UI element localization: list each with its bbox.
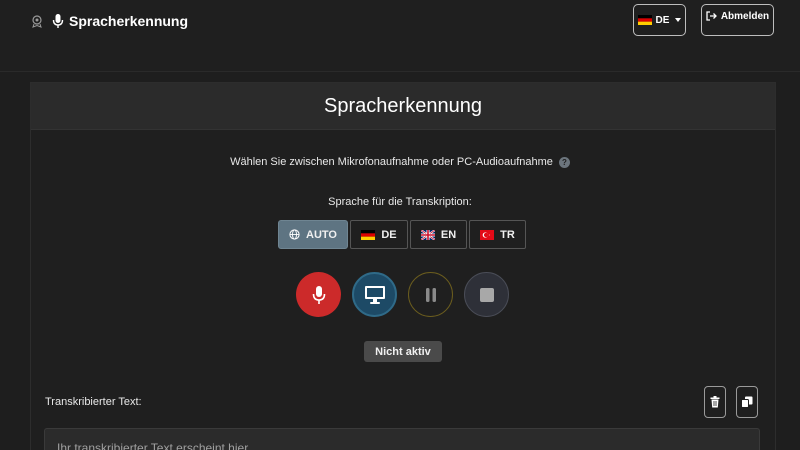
card-header: Spracherkennung bbox=[31, 83, 775, 130]
lang-button-tr[interactable]: TR bbox=[469, 220, 526, 249]
logout-button[interactable]: Abmelden bbox=[701, 4, 774, 36]
flag-de-icon bbox=[637, 15, 652, 25]
record-pc-audio-button[interactable] bbox=[352, 272, 397, 317]
stop-icon bbox=[479, 287, 494, 302]
microphone-icon bbox=[312, 285, 325, 304]
lang-button-de[interactable]: DE bbox=[350, 220, 408, 249]
question-circle-icon[interactable]: ? bbox=[558, 156, 570, 168]
mode-description: Wählen Sie zwischen Mikrofonaufnahme ode… bbox=[0, 156, 800, 168]
language-button-group: AUTO DE EN TR bbox=[278, 220, 528, 249]
trash-icon bbox=[710, 396, 720, 408]
transcript-textarea[interactable]: Ihr transkribierter Text erscheint hier.… bbox=[44, 428, 760, 450]
lang-button-tr-label: TR bbox=[500, 228, 515, 241]
record-mic-button[interactable] bbox=[296, 272, 341, 317]
flag-de-icon bbox=[361, 229, 376, 240]
lang-button-auto-label: AUTO bbox=[306, 228, 337, 241]
pause-button[interactable] bbox=[408, 272, 453, 317]
flag-tr-icon bbox=[480, 229, 495, 240]
lang-button-en-label: EN bbox=[440, 228, 457, 241]
language-dropdown[interactable]: DE bbox=[633, 4, 686, 36]
lang-button-de-label: DE bbox=[381, 228, 397, 241]
brand[interactable]: Spracherkennung bbox=[30, 11, 188, 31]
navbar: Spracherkennung DE Abmelden bbox=[0, 0, 800, 72]
transcript-placeholder: Ihr transkribierter Text erscheint hier.… bbox=[57, 441, 258, 450]
brand-title: Spracherkennung bbox=[69, 13, 189, 29]
flag-uk-icon bbox=[420, 229, 435, 240]
chevron-down-icon bbox=[675, 18, 682, 22]
transcription-language-label: Sprache für die Transkription: bbox=[328, 196, 472, 208]
mode-description-text: Wählen Sie zwischen Mikrofonaufnahme ode… bbox=[230, 156, 553, 168]
card-title: Spracherkennung bbox=[324, 94, 482, 117]
copy-transcript-button[interactable] bbox=[736, 386, 758, 418]
copy-icon bbox=[741, 396, 753, 408]
pause-icon bbox=[425, 287, 436, 302]
microphone-icon bbox=[52, 14, 64, 28]
speech-card: Spracherkennung bbox=[30, 82, 776, 450]
lang-button-en[interactable]: EN bbox=[410, 220, 467, 249]
logout-label: Abmelden bbox=[720, 11, 770, 22]
status-badge: Nicht aktiv bbox=[364, 341, 442, 362]
monitor-icon bbox=[364, 285, 385, 304]
language-dropdown-label: DE bbox=[655, 14, 670, 26]
lang-button-auto[interactable]: AUTO bbox=[278, 220, 348, 249]
clear-transcript-button[interactable] bbox=[704, 386, 726, 418]
transcript-label: Transkribierter Text: bbox=[45, 396, 142, 408]
stop-button[interactable] bbox=[464, 272, 509, 317]
seal-logo-icon bbox=[32, 15, 42, 28]
logout-icon bbox=[706, 11, 717, 21]
globe-icon bbox=[289, 229, 300, 240]
